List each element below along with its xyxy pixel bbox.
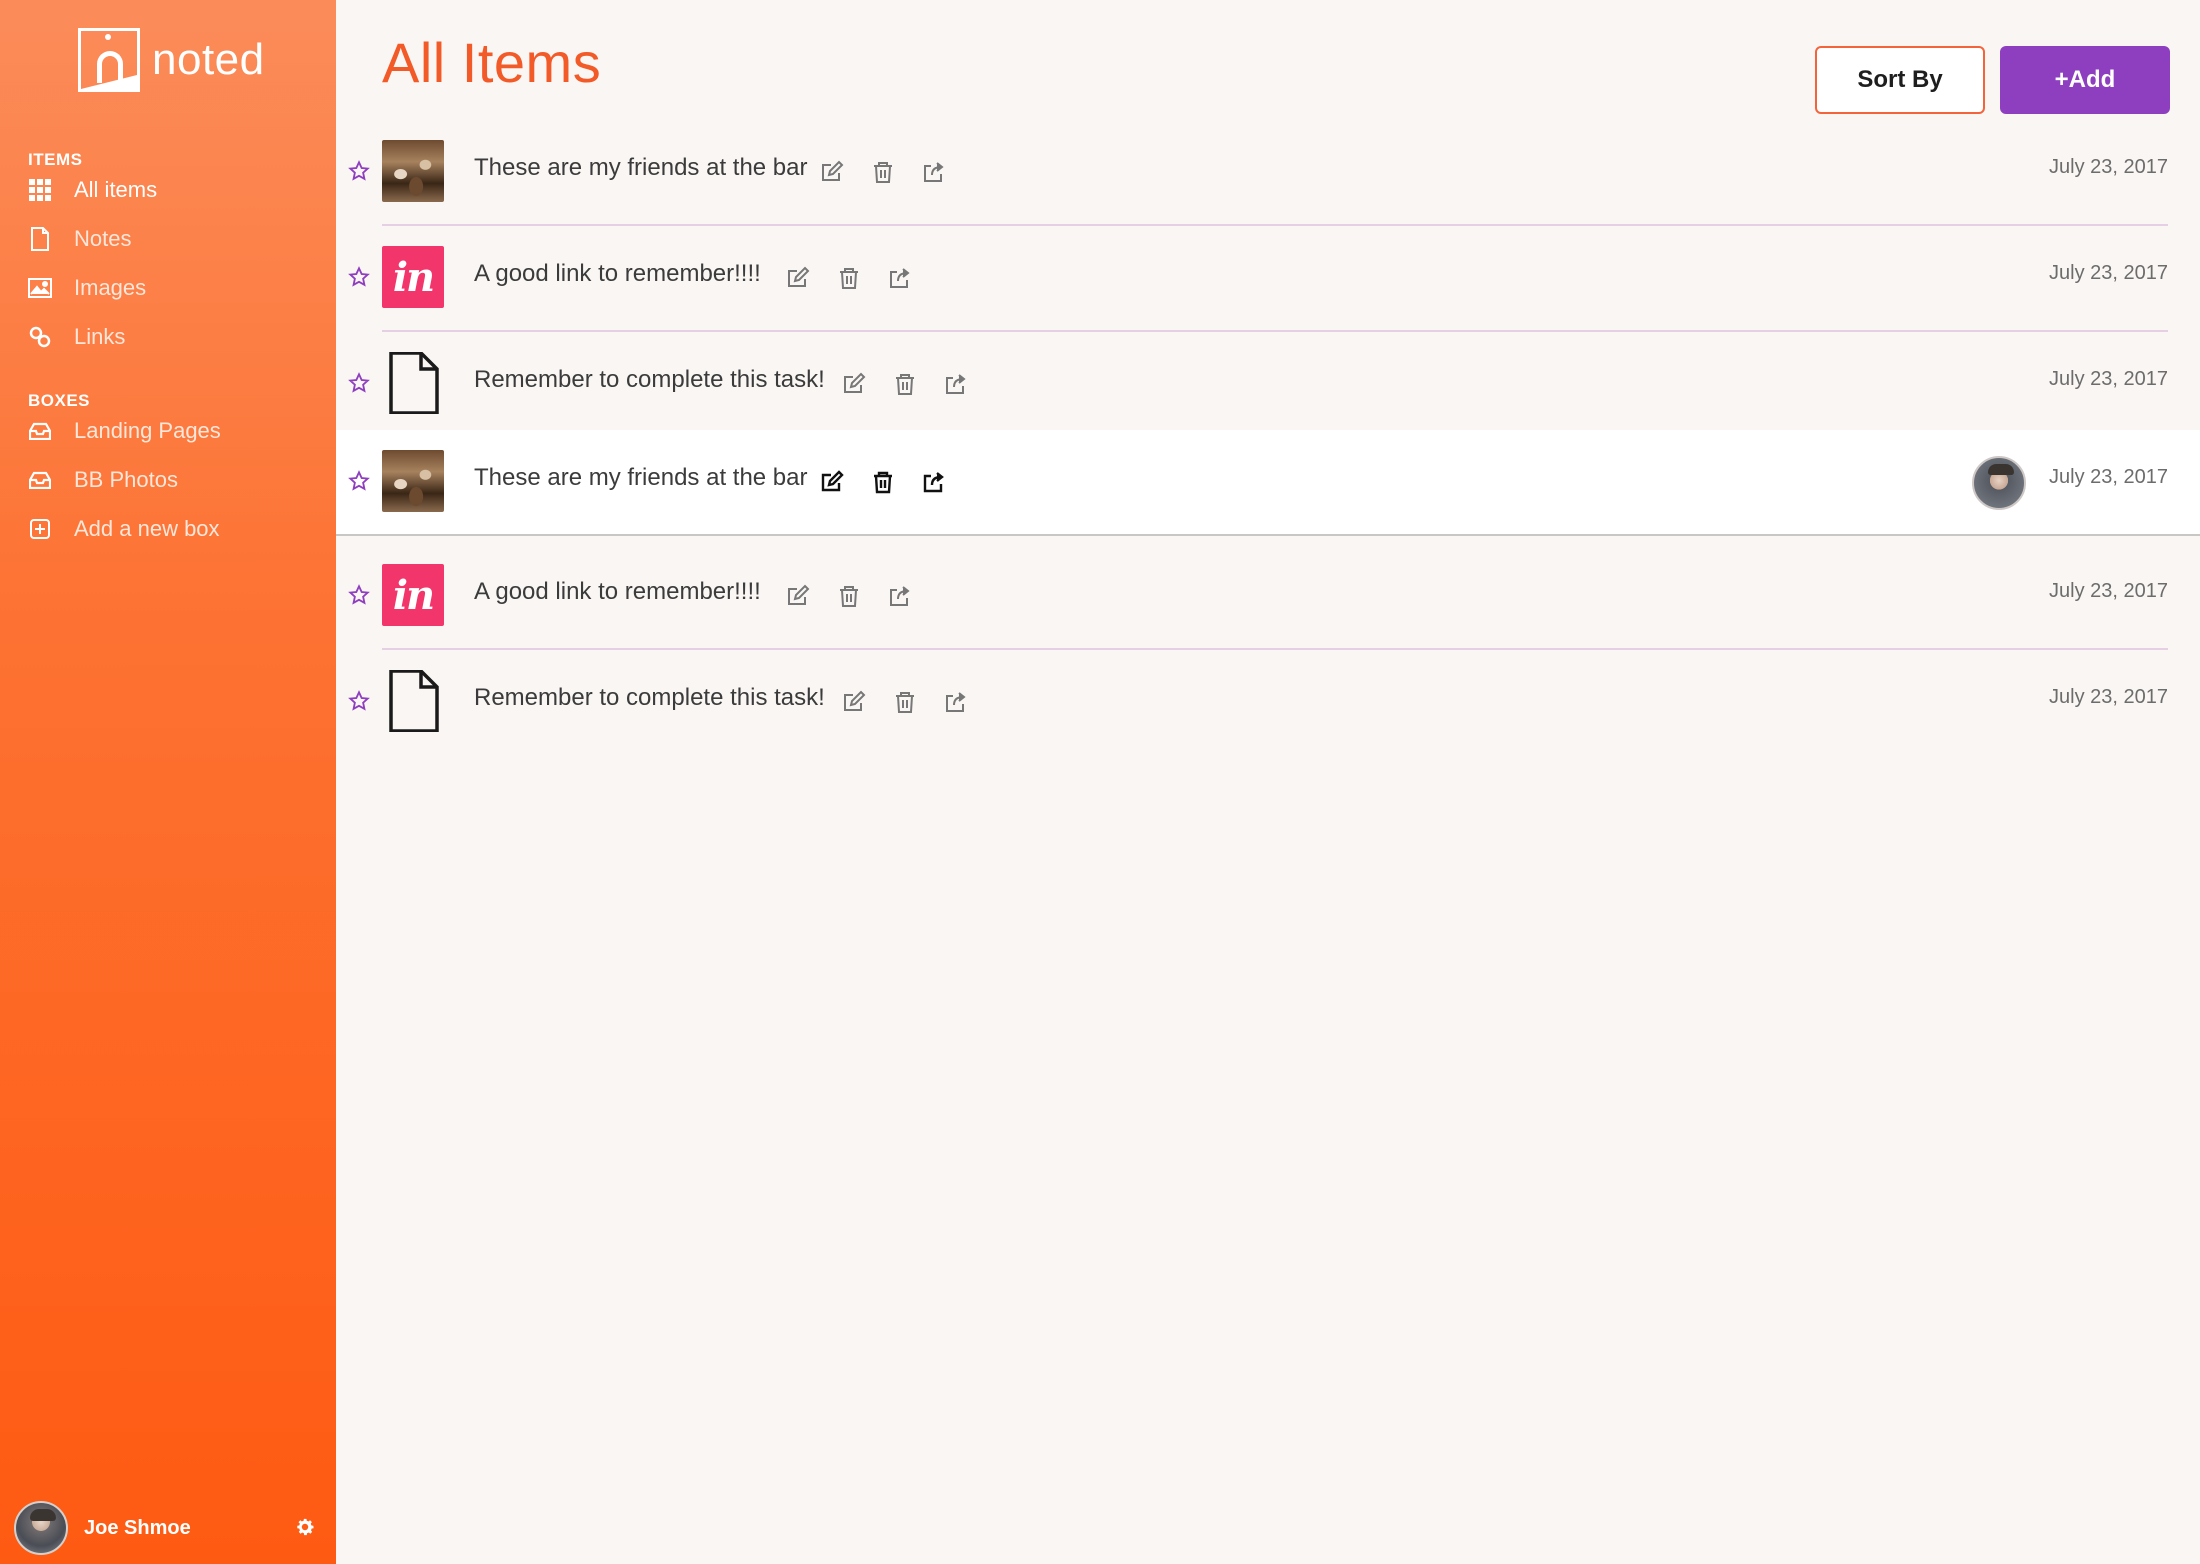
list-item[interactable]: Remember to complete this task! July 23,… — [336, 332, 2200, 438]
sidebar-item-label: Links — [74, 324, 126, 349]
edit-icon[interactable] — [842, 372, 866, 396]
page-title: All Items — [382, 31, 602, 94]
sidebar-item-landing-pages[interactable]: Landing Pages — [28, 416, 221, 446]
add-button[interactable]: +Add — [2000, 46, 2170, 114]
link-icon — [28, 325, 52, 349]
share-icon[interactable] — [888, 584, 912, 608]
user-bar: Joe Shmoe — [14, 1500, 324, 1556]
item-title[interactable]: A good link to remember!!!! — [474, 260, 761, 288]
edit-icon[interactable] — [820, 160, 844, 184]
sidebar-item-label: Landing Pages — [74, 418, 221, 443]
item-actions — [842, 690, 995, 714]
avatar[interactable] — [14, 1501, 68, 1555]
edit-icon[interactable] — [786, 266, 810, 290]
sidebar-item-label: Add a new box — [74, 516, 220, 541]
sidebar-item-links[interactable]: Links — [28, 322, 125, 352]
grid-icon — [28, 178, 52, 202]
shared-user-avatar[interactable] — [1972, 456, 2026, 510]
plus-square-icon — [28, 517, 52, 541]
sidebar-item-images[interactable]: Images — [28, 273, 146, 303]
star-icon[interactable] — [348, 160, 372, 184]
item-date: July 23, 2017 — [2049, 156, 2168, 178]
document-icon — [28, 227, 52, 251]
photo-thumbnail[interactable] — [382, 140, 444, 202]
document-thumbnail[interactable] — [382, 352, 444, 414]
list-item-selected[interactable]: These are my friends at the bar July 23,… — [336, 430, 2200, 536]
trash-icon[interactable] — [893, 690, 917, 714]
sidebar-item-all-items[interactable]: All items — [28, 175, 157, 205]
item-date: July 23, 2017 — [2049, 580, 2168, 602]
star-icon[interactable] — [348, 584, 372, 608]
item-title[interactable]: These are my friends at the bar — [474, 464, 808, 492]
sidebar-item-bb-photos[interactable]: BB Photos — [28, 465, 178, 495]
list-item[interactable]: Remember to complete this task! July 23,… — [336, 650, 2200, 756]
brand[interactable]: noted — [78, 28, 265, 92]
noted-logo-icon — [78, 28, 140, 92]
item-title[interactable]: Remember to complete this task! — [474, 684, 825, 712]
list-item[interactable]: in A good link to remember!!!! July 23, … — [336, 544, 2200, 650]
sidebar-item-label: Images — [74, 275, 147, 300]
star-icon[interactable] — [348, 690, 372, 714]
star-icon[interactable] — [348, 266, 372, 290]
item-title[interactable]: A good link to remember!!!! — [474, 578, 761, 606]
item-actions — [842, 372, 995, 396]
sidebar-item-label: All items — [74, 177, 158, 202]
sidebar-item-label: BB Photos — [74, 467, 178, 492]
star-icon[interactable] — [348, 372, 372, 396]
item-title[interactable]: These are my friends at the bar — [474, 154, 808, 182]
trash-icon[interactable] — [871, 160, 895, 184]
invision-logo-thumbnail[interactable]: in — [382, 564, 444, 626]
share-icon[interactable] — [944, 372, 968, 396]
star-icon[interactable] — [348, 470, 372, 494]
invision-logo-thumbnail[interactable]: in — [382, 246, 444, 308]
sidebar: noted ITEMS All items Notes Images Links… — [0, 0, 336, 1564]
sort-by-button[interactable]: Sort By — [1815, 46, 1985, 114]
photo-thumbnail[interactable] — [382, 450, 444, 512]
image-icon — [28, 276, 52, 300]
document-thumbnail[interactable] — [382, 670, 444, 732]
share-icon[interactable] — [922, 160, 946, 184]
item-actions — [820, 470, 973, 494]
sidebar-item-label: Notes — [74, 226, 132, 251]
item-actions — [786, 584, 939, 608]
edit-icon[interactable] — [842, 690, 866, 714]
share-icon[interactable] — [944, 690, 968, 714]
gear-icon[interactable] — [294, 1516, 316, 1538]
document-icon — [389, 352, 439, 414]
sidebar-item-add-box[interactable]: Add a new box — [28, 514, 220, 544]
item-actions — [786, 266, 939, 290]
edit-icon[interactable] — [820, 470, 844, 494]
share-icon[interactable] — [888, 266, 912, 290]
brand-name: noted — [152, 35, 265, 84]
user-name[interactable]: Joe Shmoe — [84, 1517, 191, 1540]
item-date: July 23, 2017 — [2049, 262, 2168, 284]
boxes-section-label: BOXES — [28, 391, 91, 410]
item-date: July 23, 2017 — [2049, 686, 2168, 708]
item-title[interactable]: Remember to complete this task! — [474, 366, 825, 394]
list-item[interactable]: in A good link to remember!!!! July 23, … — [336, 226, 2200, 332]
trash-icon[interactable] — [871, 470, 895, 494]
main-content: All Items Sort By +Add These are my frie… — [336, 0, 2200, 1564]
trash-icon[interactable] — [837, 266, 861, 290]
inbox-icon — [28, 419, 52, 443]
edit-icon[interactable] — [786, 584, 810, 608]
document-icon — [389, 670, 439, 732]
inbox-icon — [28, 468, 52, 492]
item-date: July 23, 2017 — [2049, 368, 2168, 390]
item-actions — [820, 160, 973, 184]
items-section-label: ITEMS — [28, 150, 83, 169]
trash-icon[interactable] — [837, 584, 861, 608]
item-date: July 23, 2017 — [2049, 466, 2168, 488]
share-icon[interactable] — [922, 470, 946, 494]
list-item[interactable]: These are my friends at the bar July 23,… — [336, 120, 2200, 226]
trash-icon[interactable] — [893, 372, 917, 396]
sidebar-item-notes[interactable]: Notes — [28, 224, 131, 254]
